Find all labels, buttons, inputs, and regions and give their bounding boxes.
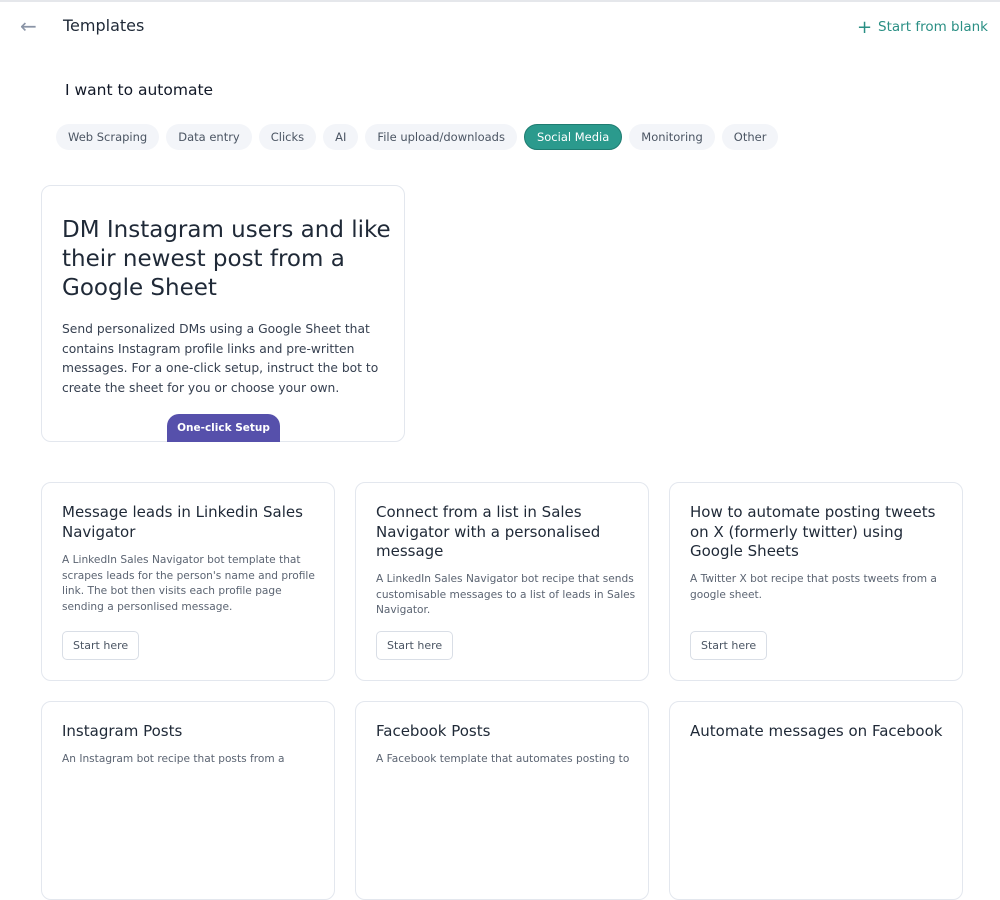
top-divider xyxy=(0,0,1000,2)
card-description: An Instagram bot recipe that posts from … xyxy=(62,753,285,765)
card-title: Message leads in Linkedin Sales Navigato… xyxy=(62,503,303,541)
featured-template-card[interactable]: DM Instagram users and like their newest… xyxy=(41,185,405,442)
card-title: Facebook Posts xyxy=(376,722,491,740)
chip-other[interactable]: Other xyxy=(721,124,779,150)
start-here-button[interactable]: Start here xyxy=(62,631,140,660)
featured-title: DM Instagram users and like their newest… xyxy=(62,217,391,301)
start-from-blank-button[interactable]: + Start from blank xyxy=(857,17,988,38)
chip-file-upload-downloads[interactable]: File upload/downloads xyxy=(365,124,517,150)
chip-ai[interactable]: AI xyxy=(323,124,359,150)
chip-data-entry[interactable]: Data entry xyxy=(166,124,252,150)
one-click-setup-button[interactable]: One-click Setup xyxy=(167,414,280,442)
card-description: A Facebook template that automates posti… xyxy=(376,753,630,765)
chip-clicks[interactable]: Clicks xyxy=(258,124,317,150)
template-card[interactable]: How to automate posting tweets on X (for… xyxy=(669,482,963,681)
chip-web-scraping[interactable]: Web Scraping xyxy=(56,124,160,150)
chip-social-media[interactable]: Social Media xyxy=(523,124,623,150)
card-description: A Twitter X bot recipe that posts tweets… xyxy=(690,573,937,601)
template-card[interactable]: Instagram Posts An Instagram bot recipe … xyxy=(41,701,335,900)
start-from-blank-label: Start from blank xyxy=(878,19,988,35)
start-here-button[interactable]: Start here xyxy=(376,631,454,660)
page-title: Templates xyxy=(63,16,145,35)
card-title: Automate messages on Facebook xyxy=(690,722,943,740)
card-title: Connect from a list in Sales Navigator w… xyxy=(376,503,601,560)
template-card[interactable]: Automate messages on Facebook xyxy=(669,701,963,900)
card-description: A LinkedIn Sales Navigator bot template … xyxy=(62,554,315,613)
card-title: Instagram Posts xyxy=(62,722,183,740)
chip-monitoring[interactable]: Monitoring xyxy=(629,124,715,150)
arrow-left-icon: ← xyxy=(20,14,37,38)
template-card[interactable]: Connect from a list in Sales Navigator w… xyxy=(355,482,649,681)
featured-description: Send personalized DMs using a Google She… xyxy=(62,322,379,395)
category-chips: Web Scraping Data entry Clicks AI File u… xyxy=(56,124,779,150)
card-title: How to automate posting tweets on X (for… xyxy=(690,503,936,560)
filter-heading: I want to automate xyxy=(65,81,214,99)
template-card[interactable]: Message leads in Linkedin Sales Navigato… xyxy=(41,482,335,681)
plus-icon: + xyxy=(856,17,873,38)
template-card[interactable]: Facebook Posts A Facebook template that … xyxy=(355,701,649,900)
card-description: A LinkedIn Sales Navigator bot recipe th… xyxy=(376,573,636,616)
start-here-button[interactable]: Start here xyxy=(690,631,768,660)
back-button[interactable]: ← xyxy=(20,14,37,38)
